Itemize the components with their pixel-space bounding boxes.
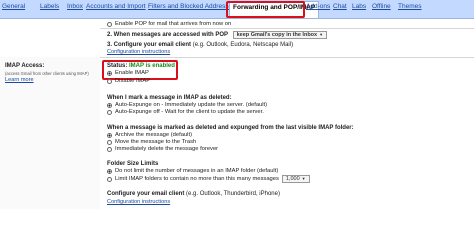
folder-size-heading: Folder Size Limits	[107, 161, 159, 167]
auto-expunge-off-radio[interactable]	[107, 109, 112, 115]
pop-enable-now-label: Enable POP for mail that arrives from no…	[115, 21, 232, 27]
tab-inbox[interactable]: Inbox	[67, 3, 83, 10]
archive-label: Archive the message (default)	[115, 132, 193, 138]
tab-labs[interactable]: Labs	[352, 3, 366, 10]
trash-label: Move the message to the Trash	[115, 139, 197, 145]
imap-expunged-heading: When a message is marked as deleted and …	[107, 125, 354, 131]
delete-forever-option[interactable]: Immediately delete the message forever	[107, 146, 218, 152]
limit-radio[interactable]	[107, 176, 112, 182]
tab-add-ons[interactable]: Add-ons	[306, 3, 330, 10]
tab-filters-and-blocked-addresses[interactable]: Filters and Blocked Addresses	[148, 3, 235, 10]
trash-option[interactable]: Move the message to the Trash	[107, 139, 196, 145]
imap-disable-label: Disable IMAP	[115, 78, 151, 84]
auto-expunge-off-label: Auto-Expunge off - Wait for the client t…	[115, 109, 264, 115]
imap-config-instructions-link[interactable]: Configuration instructions	[107, 199, 170, 205]
trash-radio[interactable]	[107, 139, 112, 145]
imap-access-sublabel: (access Gmail from other clients using I…	[5, 71, 89, 76]
delete-forever-radio[interactable]	[107, 146, 112, 152]
tab-offline[interactable]: Offline	[372, 3, 391, 10]
archive-radio[interactable]	[107, 132, 112, 138]
limit-select[interactable]: 1,000 ▼	[281, 175, 310, 183]
tab-accounts-and-import[interactable]: Accounts and Import	[86, 3, 146, 10]
auto-expunge-on-label: Auto-Expunge on - Immediately update the…	[115, 102, 268, 108]
tab-labels[interactable]: Labels	[40, 3, 59, 10]
pop-keep-copy-select[interactable]: keep Gmail's copy in the Inbox ▼	[232, 31, 328, 39]
no-limit-option[interactable]: Do not limit the number of messages in a…	[107, 168, 278, 174]
imap-disable-radio[interactable]	[107, 78, 112, 84]
chevron-down-icon: ▼	[319, 32, 324, 37]
pop-configure-heading: 3. Configure your email client (e.g. Out…	[107, 42, 294, 48]
no-limit-label: Do not limit the number of messages in a…	[115, 168, 279, 174]
auto-expunge-on-radio[interactable]	[107, 102, 112, 108]
imap-status-text: Status: IMAP is enabled	[107, 63, 175, 69]
settings-tabs: General Labels Inbox Accounts and Import Fil…	[0, 0, 474, 19]
auto-expunge-off-option[interactable]: Auto-Expunge off - Wait for the client t…	[107, 109, 264, 115]
imap-client-heading: Configure your email client (e.g. Outloo…	[107, 191, 280, 197]
pop-config-instructions-link[interactable]: Configuration instructions	[107, 49, 170, 55]
imap-enable-option[interactable]: Enable IMAP	[107, 70, 149, 76]
limit-option[interactable]: Limit IMAP folders to contain no more th…	[107, 175, 313, 183]
imap-access-label: IMAP Access:	[5, 63, 45, 69]
auto-expunge-on-option[interactable]: Auto-Expunge on - Immediately update the…	[107, 102, 267, 108]
imap-enable-label: Enable IMAP	[115, 70, 149, 76]
tab-chat[interactable]: Chat	[333, 3, 347, 10]
tab-themes[interactable]: Themes	[398, 3, 421, 10]
imap-deleted-heading: When I mark a message in IMAP as deleted…	[107, 95, 232, 101]
pop-when-accessed-heading: 2. When messages are accessed with POP k…	[107, 31, 330, 39]
archive-option[interactable]: Archive the message (default)	[107, 132, 192, 138]
pop-enable-now-option[interactable]: Enable POP for mail that arrives from no…	[107, 21, 231, 27]
imap-learn-more-link[interactable]: Learn more	[5, 77, 34, 83]
limit-label: Limit IMAP folders to contain no more th…	[115, 176, 279, 182]
pop-enable-now-radio[interactable]	[107, 21, 112, 27]
divider	[100, 28, 474, 29]
delete-forever-label: Immediately delete the message forever	[115, 146, 219, 152]
no-limit-radio[interactable]	[107, 168, 112, 174]
chevron-down-icon: ▼	[301, 176, 306, 181]
imap-disable-option[interactable]: Disable IMAP	[107, 78, 150, 84]
imap-enable-radio[interactable]	[107, 70, 112, 76]
tab-general[interactable]: General	[2, 3, 25, 10]
